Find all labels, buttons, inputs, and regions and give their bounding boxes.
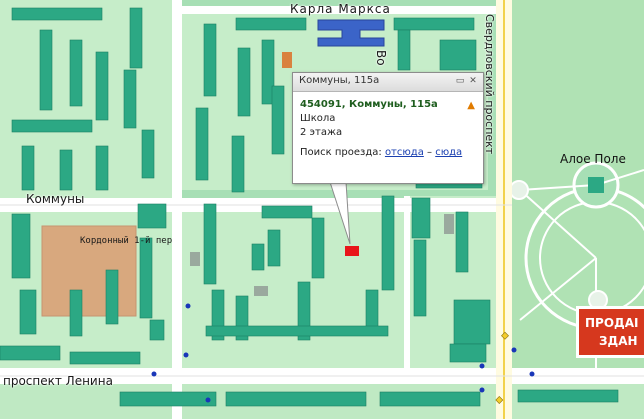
close-icon[interactable]: ✕ [468,76,478,86]
map-canvas[interactable] [0,0,644,419]
street-label-kordonny: Кордонный 1-й пер [80,236,173,246]
map-view[interactable]: Карла Маркса Коммуны проспект Ленина Во … [0,0,644,419]
route-to-link[interactable]: сюда [435,147,462,158]
street-label-karla-marksa: Карла Маркса [290,2,391,16]
ad-line2: ЗДАН [599,334,638,348]
popup-address: 454091, Коммуны, 115а [300,99,438,110]
ad-line1: ПРОДАІ [585,316,639,330]
warning-icon: ▲ [467,100,475,111]
popup-type: Школа [300,113,336,124]
ad-banner[interactable]: ПРОДАІ ЗДАН [576,306,644,358]
route-from-link[interactable]: отсюда [385,147,424,158]
object-popup[interactable]: Коммуны, 115а ▭ ✕ ▲ 454091, Коммуны, 115… [292,72,484,184]
street-label-vo: Во [374,50,388,66]
popup-route: Поиск проезда: отсюда – сюда [300,146,477,160]
popup-title: Коммуны, 115а [299,75,380,86]
popup-floors: 2 этажа [300,127,343,138]
orange-building [282,52,292,68]
selected-building-marker[interactable] [345,246,359,256]
minimize-icon[interactable]: ▭ [455,76,465,86]
park-label-aloe-pole: Алое Поле [560,152,626,166]
street-label-kommuny: Коммуны [26,192,85,206]
street-label-lenina: проспект Ленина [3,374,113,388]
route-separator: – [427,147,433,158]
route-label: Поиск проезда: [300,147,382,158]
street-label-sverdlovsky: Свердловский проспект [483,14,496,155]
popup-titlebar: Коммуны, 115а ▭ ✕ [293,73,483,92]
popup-body: 454091, Коммуны, 115а Школа 2 этажа Поис… [293,92,483,160]
